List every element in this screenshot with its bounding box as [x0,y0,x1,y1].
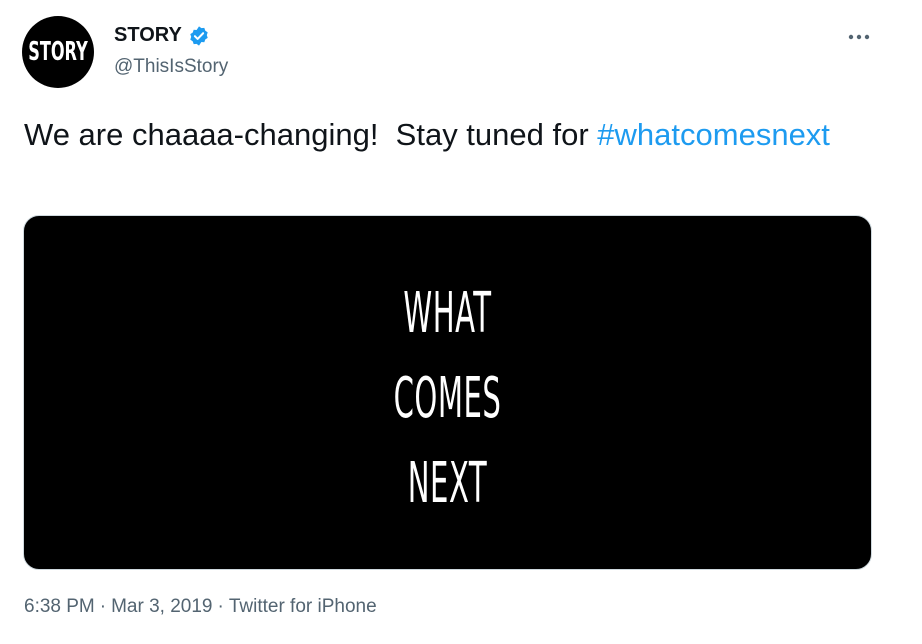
more-button[interactable] [844,22,874,52]
media-line: WHAT [403,281,492,346]
media-line: COMES [393,366,502,431]
tweet-date[interactable]: Mar 3, 2019 [111,596,212,617]
tweet-body: We are chaaaa-changing! Stay tuned for [24,117,598,152]
media-line: NEXT [407,451,488,516]
avatar[interactable]: STORY [22,16,94,88]
author-handle[interactable]: @ThisIsStory [114,56,228,78]
author-name-row: STORY [114,24,210,47]
tweet-meta: 6:38 PM · Mar 3, 2019 · Twitter for iPhone [24,596,377,618]
verified-badge-icon [190,25,208,46]
avatar-logo-text: STORY [28,37,88,67]
tweet-time[interactable]: 6:38 PM [24,596,95,617]
hashtag-link[interactable]: #whatcomesnext [597,117,830,152]
author-name[interactable]: STORY [114,24,182,47]
more-icon [848,34,870,40]
tweet-source[interactable]: Twitter for iPhone [229,596,377,617]
tweet-media-image[interactable]: WHAT COMES NEXT [23,215,872,570]
separator: · [99,596,107,617]
tweet-text: We are chaaaa-changing! Stay tuned for #… [24,114,884,156]
separator: · [217,596,224,617]
media-text: WHAT COMES NEXT [24,271,871,526]
